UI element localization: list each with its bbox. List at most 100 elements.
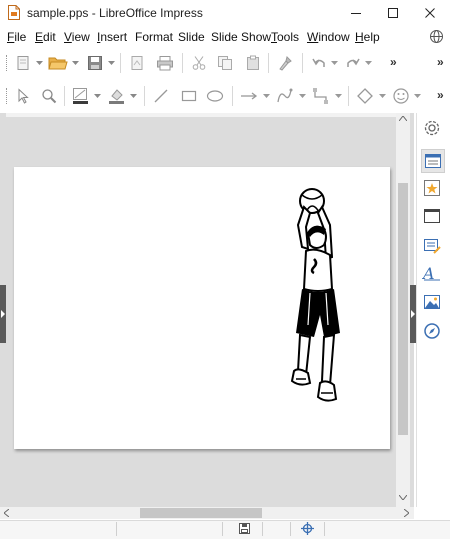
export-pdf-icon[interactable]: [128, 54, 146, 72]
zoom-icon[interactable]: [40, 87, 58, 105]
document-save-status-icon[interactable]: [239, 523, 250, 534]
scroll-right-icon[interactable]: [404, 509, 409, 517]
connectors-dropdown-icon[interactable]: [335, 91, 342, 101]
menu-format[interactable]: Format: [135, 30, 173, 44]
toolbar-grip[interactable]: [6, 88, 10, 104]
drawing-toolbar: »: [0, 82, 450, 110]
paste-icon[interactable]: [244, 54, 262, 72]
redo-dropdown-icon[interactable]: [365, 58, 372, 68]
scroll-left-icon[interactable]: [4, 509, 9, 517]
toolbar-overflow-button[interactable]: »: [437, 55, 444, 69]
undo-dropdown-icon[interactable]: [331, 58, 338, 68]
chevron-right-icon: [1, 310, 5, 318]
menu-edit-accel: E: [35, 30, 44, 44]
copy-icon[interactable]: [216, 54, 234, 72]
vertical-scroll-thumb[interactable]: [398, 183, 408, 435]
minimize-button[interactable]: [338, 0, 374, 26]
menu-edit[interactable]: Edit: [35, 30, 56, 44]
status-separator: [324, 522, 325, 536]
redo-icon[interactable]: [344, 54, 362, 72]
menu-view-label: iew: [71, 30, 90, 44]
toolbar-separator: [268, 53, 269, 73]
open-dropdown-icon[interactable]: [72, 58, 79, 68]
lines-arrows-icon[interactable]: [240, 87, 258, 105]
toolbar-separator: [182, 53, 183, 73]
language-globe-icon[interactable]: [429, 29, 444, 44]
horizontal-scroll-thumb[interactable]: [140, 508, 262, 518]
line-color-dropdown-icon[interactable]: [94, 91, 101, 101]
menu-bar: File Edit View Insert Format Slide Slide…: [0, 27, 450, 47]
menu-tools[interactable]: Tools: [271, 30, 299, 44]
scroll-up-icon[interactable]: [399, 116, 407, 121]
toolbar-overflow-button[interactable]: »: [437, 88, 444, 102]
animation-icon[interactable]: [421, 235, 443, 257]
selection-mode-icon[interactable]: [301, 522, 314, 535]
menu-view[interactable]: View: [64, 30, 90, 44]
menu-slide-show[interactable]: Slide Show: [211, 30, 271, 44]
basic-shapes-dropdown-icon[interactable]: [379, 91, 386, 101]
menu-window-accel: W: [307, 30, 319, 44]
curves-dropdown-icon[interactable]: [299, 91, 306, 101]
symbol-shapes-dropdown-icon[interactable]: [414, 91, 421, 101]
menu-window-label: indow: [318, 30, 350, 44]
toolbar-separator: [348, 86, 349, 106]
menu-help[interactable]: Help: [355, 30, 380, 44]
basic-shapes-icon[interactable]: [356, 87, 374, 105]
slide-canvas[interactable]: [14, 167, 390, 449]
navigator-icon[interactable]: [421, 320, 443, 342]
menu-tools-label: ools: [277, 30, 300, 44]
menu-insert[interactable]: Insert: [97, 30, 127, 44]
clone-formatting-icon[interactable]: [276, 54, 294, 72]
symbol-shapes-icon[interactable]: [392, 87, 410, 105]
connectors-icon[interactable]: [312, 87, 330, 105]
menu-view-accel: V: [64, 30, 72, 44]
status-separator: [262, 522, 263, 536]
save-dropdown-icon[interactable]: [108, 58, 115, 68]
save-icon[interactable]: [86, 54, 104, 72]
chevron-right-icon: [411, 310, 415, 318]
menu-help-accel: H: [355, 30, 364, 44]
undo-icon[interactable]: [310, 54, 328, 72]
line-color-icon[interactable]: [72, 87, 90, 105]
minimize-icon: [351, 13, 361, 14]
fill-color-icon[interactable]: [108, 87, 126, 105]
gallery-icon[interactable]: [421, 291, 443, 313]
new-icon[interactable]: [14, 54, 32, 72]
menu-window[interactable]: Window: [307, 30, 350, 44]
styles-icon[interactable]: A: [421, 262, 443, 284]
slide-pane-toggle[interactable]: [0, 285, 6, 343]
scroll-down-icon[interactable]: [399, 495, 407, 500]
select-icon[interactable]: [14, 87, 32, 105]
line-icon[interactable]: [152, 87, 170, 105]
menu-file[interactable]: File: [7, 30, 26, 44]
status-bar: [0, 520, 450, 539]
lines-arrows-dropdown-icon[interactable]: [263, 91, 270, 101]
open-folder-icon[interactable]: [48, 54, 68, 72]
window-title: sample.pps - LibreOffice Impress: [27, 6, 203, 20]
properties-icon[interactable]: [421, 149, 445, 173]
toolbar-overflow-button[interactable]: »: [390, 55, 397, 69]
menu-slide-label: Slide: [178, 30, 205, 44]
standard-toolbar: » »: [0, 49, 450, 77]
menu-insert-label: nsert: [100, 30, 128, 44]
fill-color-dropdown-icon[interactable]: [130, 91, 137, 101]
rectangle-icon[interactable]: [180, 87, 198, 105]
slide-transition-icon[interactable]: [421, 177, 443, 199]
menu-slide[interactable]: Slide: [178, 30, 205, 44]
menu-help-label: elp: [363, 30, 380, 44]
status-separator: [116, 522, 117, 536]
ellipse-icon[interactable]: [206, 87, 224, 105]
print-icon[interactable]: [156, 54, 174, 72]
curves-icon[interactable]: [276, 87, 294, 105]
cut-icon[interactable]: [190, 54, 208, 72]
settings-gear-icon[interactable]: [421, 117, 443, 139]
master-slides-icon[interactable]: [421, 205, 443, 227]
toolbar-separator: [302, 53, 303, 73]
basketball-player-clipart[interactable]: [284, 185, 354, 425]
close-button[interactable]: [412, 0, 448, 26]
new-dropdown-icon[interactable]: [36, 58, 43, 68]
maximize-button[interactable]: [375, 0, 411, 26]
toolbar-separator: [232, 86, 233, 106]
toolbar-separator: [64, 86, 65, 106]
toolbar-grip[interactable]: [6, 55, 10, 71]
